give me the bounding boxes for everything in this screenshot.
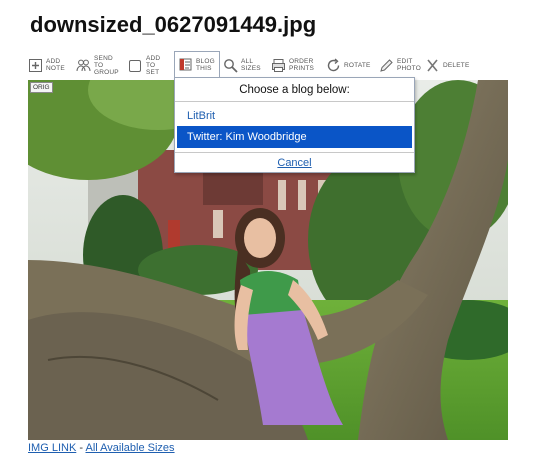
add-to-set-button[interactable]: ADD TO SET <box>128 53 160 77</box>
delete-label: DELETE <box>443 61 470 69</box>
send-to-group-label: SEND TO GROUP <box>94 54 119 76</box>
send-to-group-icon <box>76 59 91 71</box>
blog-this-label: BLOG THIS <box>196 57 215 72</box>
blog-this-button[interactable]: BLOG THIS <box>174 51 220 77</box>
edit-photo-label: EDIT PHOTO <box>397 58 421 72</box>
cancel-link[interactable]: Cancel <box>175 157 414 169</box>
delete-icon <box>427 58 438 72</box>
all-sizes-button[interactable]: ALL SIZES <box>223 53 261 77</box>
photo-title: downsized_0627091449.jpg <box>30 12 317 37</box>
order-prints-button[interactable]: ORDER PRINTS <box>271 53 314 77</box>
photo-footer: IMG LINK - All Available Sizes <box>28 442 175 454</box>
img-link[interactable]: IMG LINK <box>28 442 76 454</box>
order-prints-label: ORDER PRINTS <box>289 58 315 72</box>
all-sizes-label: ALL SIZES <box>241 58 261 72</box>
delete-button[interactable]: DELETE <box>425 53 470 77</box>
blog-option-twitter[interactable]: Twitter: Kim Woodbridge <box>177 126 412 148</box>
blog-this-icon <box>179 58 192 71</box>
send-to-group-button[interactable]: SEND TO GROUP <box>76 53 119 77</box>
add-to-set-icon <box>129 59 141 72</box>
divider <box>175 152 414 153</box>
divider <box>175 101 414 102</box>
add-note-label: ADD NOTE <box>46 58 65 72</box>
blog-chooser-dropdown: Choose a blog below: LitBrit Twitter: Ki… <box>174 77 415 173</box>
original-size-badge: ORIG <box>30 82 53 93</box>
pencil-icon <box>380 58 393 72</box>
blog-option-litbrit[interactable]: LitBrit <box>177 105 412 127</box>
footer-separator: - <box>79 442 84 454</box>
order-prints-icon <box>272 58 285 72</box>
edit-photo-button[interactable]: EDIT PHOTO <box>379 53 421 77</box>
add-note-button[interactable]: ADD NOTE <box>28 53 65 77</box>
magnifier-icon <box>224 58 238 73</box>
add-note-icon <box>29 58 42 72</box>
rotate-icon <box>327 57 340 71</box>
rotate-button[interactable]: ROTATE <box>326 53 371 77</box>
add-to-set-label: ADD TO SET <box>146 54 161 76</box>
blog-chooser-prompt: Choose a blog below: <box>239 84 350 96</box>
all-available-sizes-link[interactable]: All Available Sizes <box>85 442 174 454</box>
rotate-label: ROTATE <box>344 61 371 69</box>
